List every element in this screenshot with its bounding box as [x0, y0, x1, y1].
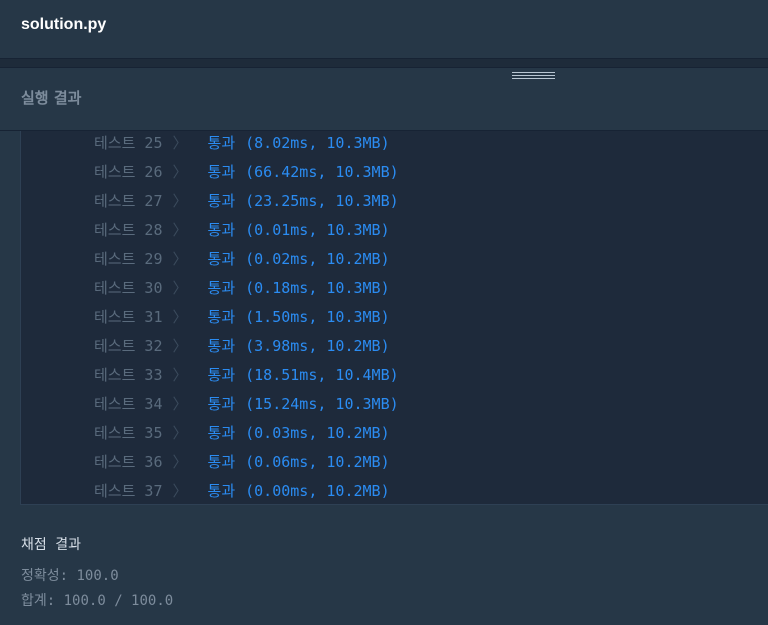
test-row: 테스트 28 〉 통과 (0.01ms, 10.3MB)	[94, 216, 390, 245]
resize-handle-icon[interactable]	[512, 72, 555, 82]
test-status: 통과	[207, 250, 236, 268]
test-row: 테스트 27 〉 통과 (23.25ms, 10.3MB)	[94, 187, 399, 216]
test-detail: (3.98ms, 10.2MB)	[245, 337, 390, 355]
test-name: 테스트 35	[94, 424, 163, 442]
test-detail: (18.51ms, 10.4MB)	[245, 366, 399, 384]
test-detail: (15.24ms, 10.3MB)	[245, 395, 399, 413]
results-header: 실행 결과	[0, 68, 768, 131]
test-row: 테스트 32 〉 통과 (3.98ms, 10.2MB)	[94, 332, 390, 361]
test-row: 테스트 34 〉 통과 (15.24ms, 10.3MB)	[94, 390, 399, 419]
chevron-right-icon: 〉	[172, 192, 188, 210]
test-detail: (0.06ms, 10.2MB)	[245, 453, 390, 471]
test-detail: (0.03ms, 10.2MB)	[245, 424, 390, 442]
test-detail: (0.00ms, 10.2MB)	[245, 482, 390, 500]
test-detail: (0.18ms, 10.3MB)	[245, 279, 390, 297]
test-name: 테스트 34	[94, 395, 163, 413]
test-name: 테스트 28	[94, 221, 163, 239]
test-status: 통과	[207, 424, 236, 442]
test-status: 통과	[207, 279, 236, 297]
test-status: 통과	[207, 453, 236, 471]
panel-divider	[0, 59, 768, 68]
test-name: 테스트 32	[94, 337, 163, 355]
test-detail: (0.01ms, 10.3MB)	[245, 221, 390, 239]
test-name: 테스트 27	[94, 192, 163, 210]
test-detail: (23.25ms, 10.3MB)	[245, 192, 399, 210]
test-name: 테스트 31	[94, 308, 163, 326]
test-name: 테스트 26	[94, 163, 163, 181]
test-name: 테스트 29	[94, 250, 163, 268]
test-name: 테스트 30	[94, 279, 163, 297]
test-status: 통과	[207, 192, 236, 210]
test-status: 통과	[207, 366, 236, 384]
chevron-right-icon: 〉	[172, 453, 188, 471]
chevron-right-icon: 〉	[172, 424, 188, 442]
file-tab-bar: solution.py	[0, 0, 768, 59]
test-detail: (0.02ms, 10.2MB)	[245, 250, 390, 268]
results-title: 실행 결과	[21, 89, 82, 107]
accuracy-score: 정확성: 100.0	[21, 568, 119, 584]
chevron-right-icon: 〉	[172, 395, 188, 413]
test-status: 통과	[207, 337, 236, 355]
results-console: 테스트 25 〉 통과 (8.02ms, 10.3MB) 테스트 26 〉 통과 (66.4…	[20, 131, 768, 505]
file-name[interactable]: solution.py	[21, 16, 106, 34]
test-detail: (66.42ms, 10.3MB)	[245, 163, 399, 181]
test-row: 테스트 31 〉 통과 (1.50ms, 10.3MB)	[94, 303, 390, 332]
chevron-right-icon: 〉	[172, 221, 188, 239]
test-status: 통과	[207, 163, 236, 181]
test-row: 테스트 33 〉 통과 (18.51ms, 10.4MB)	[94, 361, 399, 390]
total-score: 합계: 100.0 / 100.0	[21, 593, 174, 609]
test-row: 테스트 37 〉 통과 (0.00ms, 10.2MB)	[94, 477, 390, 504]
grading-title: 채점 결과	[21, 537, 81, 553]
test-row: 테스트 35 〉 통과 (0.03ms, 10.2MB)	[94, 419, 390, 448]
test-status: 통과	[207, 308, 236, 326]
test-row: 테스트 29 〉 통과 (0.02ms, 10.2MB)	[94, 245, 390, 274]
test-status: 통과	[207, 134, 236, 152]
test-name: 테스트 25	[94, 134, 163, 152]
test-name: 테스트 36	[94, 453, 163, 471]
test-row: 테스트 25 〉 통과 (8.02ms, 10.3MB)	[94, 131, 390, 158]
chevron-right-icon: 〉	[172, 279, 188, 297]
test-name: 테스트 37	[94, 482, 163, 500]
chevron-right-icon: 〉	[172, 250, 188, 268]
test-detail: (8.02ms, 10.3MB)	[245, 134, 390, 152]
test-status: 통과	[207, 482, 236, 500]
test-row: 테스트 26 〉 통과 (66.42ms, 10.3MB)	[94, 158, 399, 187]
test-status: 통과	[207, 395, 236, 413]
test-detail: (1.50ms, 10.3MB)	[245, 308, 390, 326]
chevron-right-icon: 〉	[172, 163, 188, 181]
chevron-right-icon: 〉	[172, 482, 188, 500]
chevron-right-icon: 〉	[172, 308, 188, 326]
test-name: 테스트 33	[94, 366, 163, 384]
test-row: 테스트 36 〉 통과 (0.06ms, 10.2MB)	[94, 448, 390, 477]
test-row: 테스트 30 〉 통과 (0.18ms, 10.3MB)	[94, 274, 390, 303]
chevron-right-icon: 〉	[172, 134, 188, 152]
chevron-right-icon: 〉	[172, 337, 188, 355]
test-status: 통과	[207, 221, 236, 239]
chevron-right-icon: 〉	[172, 366, 188, 384]
